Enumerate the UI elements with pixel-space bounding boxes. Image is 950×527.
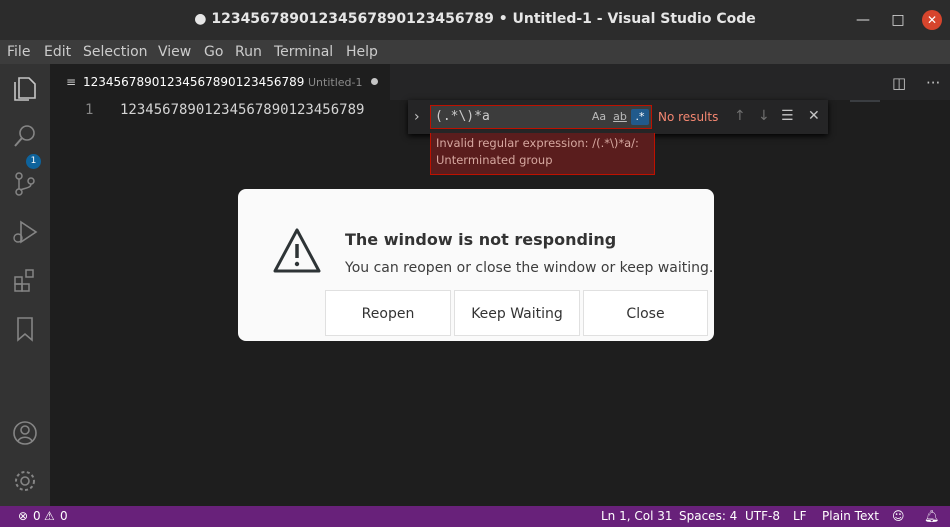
errors-icon[interactable]: ⊗ (18, 509, 28, 523)
scrollbar[interactable] (850, 100, 880, 102)
error-count[interactable]: 0 (33, 509, 41, 523)
menu-selection[interactable]: Selection (83, 44, 148, 60)
find-results-count: No results (658, 110, 719, 124)
error-line-2: Unterminated group (436, 153, 553, 167)
regex-toggle[interactable]: .* (631, 109, 649, 125)
settings-gear-icon[interactable] (10, 466, 40, 496)
next-match-icon[interactable]: ↓ (758, 108, 770, 124)
account-icon[interactable] (10, 418, 40, 448)
tab-label: 12345678901234567890123456789 (83, 75, 305, 89)
text-file-icon: ≡ (66, 75, 77, 89)
maximize-button[interactable]: □ (888, 10, 908, 30)
window-title: ● 12345678901234567890123456789 • Untitl… (194, 11, 756, 27)
dialog-message: You can reopen or close the window or ke… (345, 260, 714, 276)
warning-icon (272, 227, 322, 275)
cursor-position[interactable]: Ln 1, Col 31 (601, 509, 673, 523)
feedback-icon[interactable]: ☺ (892, 509, 905, 523)
unsaved-dot-icon[interactable] (371, 78, 378, 85)
minimize-button[interactable]: — (853, 10, 873, 30)
explorer-badge: 1 (26, 154, 41, 169)
files-icon[interactable] (10, 74, 40, 104)
find-input-value: (.*\)*a (435, 109, 490, 124)
toggle-replace-chevron-icon[interactable]: › (414, 109, 420, 125)
run-debug-icon[interactable] (10, 217, 40, 247)
language-mode[interactable]: Plain Text (822, 509, 879, 523)
tab-description: Untitled-1 (308, 76, 363, 89)
notifications-bell-icon[interactable]: 🔔︎ (924, 509, 939, 523)
end-of-line[interactable]: LF (793, 509, 807, 523)
tab-untitled-1[interactable]: ≡ 12345678901234567890123456789 Untitled… (50, 64, 390, 100)
warning-icon-status[interactable]: ⚠ (44, 509, 55, 523)
menu-bar: File Edit Selection View Go Run Terminal… (0, 40, 950, 64)
split-editor-icon[interactable]: ◫ (892, 74, 906, 92)
activity-bar: 1 (0, 64, 50, 506)
editor-tabs: ≡ 12345678901234567890123456789 Untitled… (50, 64, 950, 100)
more-actions-icon[interactable]: ··· (926, 74, 940, 92)
error-line-1: Invalid regular expression: /(.*\)*a/: (436, 136, 639, 150)
warning-count[interactable]: 0 (60, 509, 68, 523)
search-icon[interactable] (10, 121, 40, 151)
menu-edit[interactable]: Edit (44, 44, 71, 60)
not-responding-dialog: The window is not responding You can reo… (238, 189, 714, 341)
encoding[interactable]: UTF-8 (745, 509, 780, 523)
menu-file[interactable]: File (7, 44, 30, 60)
find-in-selection-icon[interactable]: ☰ (781, 108, 794, 124)
menu-view[interactable]: View (158, 44, 191, 60)
extensions-icon[interactable] (10, 265, 40, 295)
find-input[interactable]: (.*\)*a Aa ab .* (430, 105, 652, 129)
previous-match-icon[interactable]: ↑ (734, 108, 746, 124)
line-number: 1 (85, 102, 94, 118)
line-text[interactable]: 12345678901234567890123456789 (120, 102, 364, 118)
menu-go[interactable]: Go (204, 44, 223, 60)
whole-word-toggle[interactable]: ab (611, 109, 629, 125)
keep-waiting-button[interactable]: Keep Waiting (454, 290, 580, 336)
match-case-toggle[interactable]: Aa (591, 109, 607, 125)
close-window-button[interactable]: ✕ (922, 10, 942, 30)
indentation[interactable]: Spaces: 4 (679, 509, 737, 523)
regex-error-message: Invalid regular expression: /(.*\)*a/: U… (430, 133, 655, 175)
close-button[interactable]: Close (583, 290, 708, 336)
menu-help[interactable]: Help (346, 44, 378, 60)
close-find-icon[interactable]: ✕ (808, 108, 820, 124)
find-widget: › (.*\)*a Aa ab .* No results ↑ ↓ ☰ ✕ (408, 100, 828, 134)
reopen-button[interactable]: Reopen (325, 290, 451, 336)
dialog-title: The window is not responding (345, 230, 617, 249)
bookmark-icon[interactable] (10, 314, 40, 344)
menu-terminal[interactable]: Terminal (274, 44, 333, 60)
menu-run[interactable]: Run (235, 44, 262, 60)
title-bar: ● 12345678901234567890123456789 • Untitl… (0, 0, 950, 40)
status-bar: ⊗ 0 ⚠ 0 Ln 1, Col 31 Spaces: 4 UTF-8 LF … (0, 506, 950, 527)
source-control-icon[interactable] (10, 169, 40, 199)
